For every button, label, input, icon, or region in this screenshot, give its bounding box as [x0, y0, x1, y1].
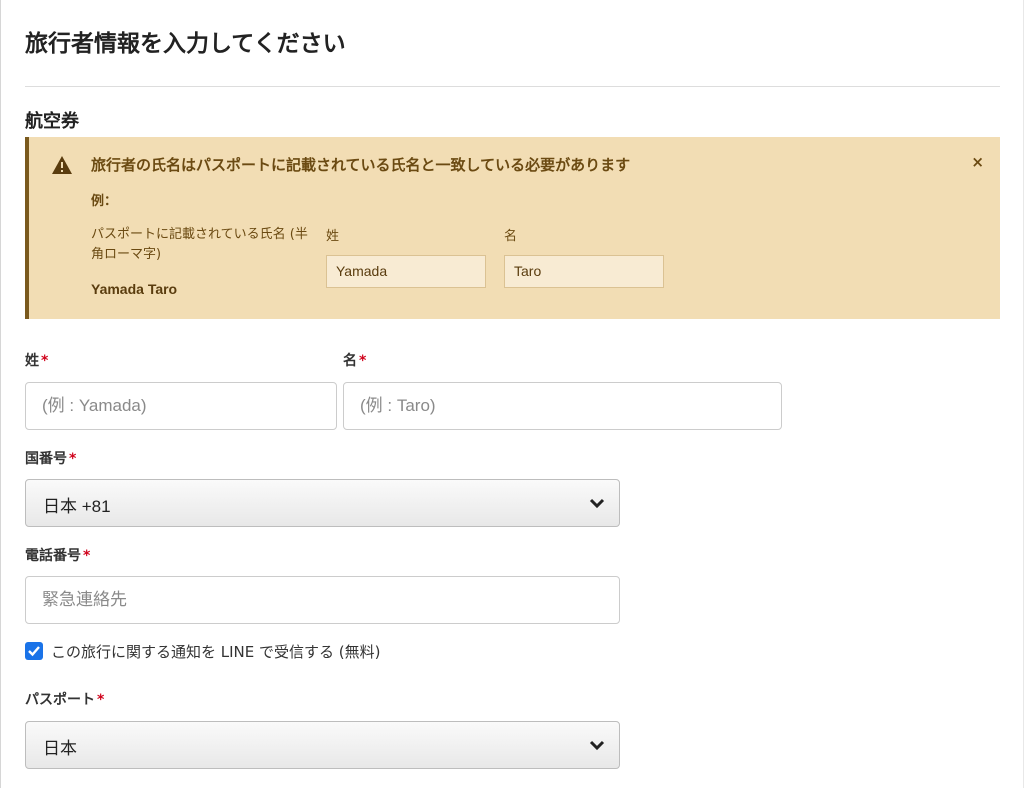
surname-input[interactable]	[25, 382, 337, 430]
country-code-field-label: 国番号 *	[25, 451, 77, 467]
name-match-alert: 旅行者の氏名はパスポートに記載されている氏名と一致している必要があります × 例…	[25, 137, 1000, 319]
required-mark: *	[83, 548, 91, 564]
chevron-down-icon	[589, 498, 605, 509]
checkmark-icon	[28, 646, 40, 657]
title-divider	[25, 86, 1000, 87]
example-label: 例：	[91, 194, 118, 209]
line-opt-in-checkbox[interactable]	[25, 642, 43, 660]
required-mark: *	[359, 353, 367, 369]
section-title: 航空券	[25, 111, 79, 132]
example-surname-value: Yamada	[326, 255, 486, 288]
given-name-field-label: 名 *	[343, 353, 367, 369]
surname-field-label: 姓 *	[25, 353, 49, 369]
alert-title: 旅行者の氏名はパスポートに記載されている氏名と一致している必要があります	[91, 156, 631, 174]
page-title: 旅行者情報を入力してください	[25, 31, 346, 57]
example-given-label: 名	[504, 229, 518, 244]
example-surname-label: 姓	[326, 229, 340, 244]
passport-field-label: パスポート *	[25, 692, 105, 708]
required-mark: *	[97, 692, 105, 708]
passport-country-select[interactable]: 日本	[25, 721, 620, 769]
passport-country-value: 日本	[43, 739, 77, 758]
line-opt-in-label[interactable]: この旅行に関する通知を LINE で受信する (無料)	[51, 641, 381, 662]
phone-input[interactable]	[25, 576, 620, 624]
warning-icon	[52, 156, 72, 174]
example-given-value: Taro	[504, 255, 664, 288]
example-description: パスポートに記載されている氏名 (半角ローマ字)	[91, 227, 308, 262]
required-mark: *	[41, 353, 49, 369]
example-name: Yamada Taro	[91, 281, 178, 297]
left-border	[0, 0, 1, 788]
alert-close-button[interactable]: ×	[971, 153, 984, 171]
given-name-input[interactable]	[343, 382, 782, 430]
required-mark: *	[69, 451, 77, 467]
country-code-value: 日本 +81	[43, 497, 111, 516]
country-code-select[interactable]: 日本 +81	[25, 479, 620, 527]
chevron-down-icon	[589, 740, 605, 751]
phone-field-label: 電話番号 *	[25, 548, 91, 564]
